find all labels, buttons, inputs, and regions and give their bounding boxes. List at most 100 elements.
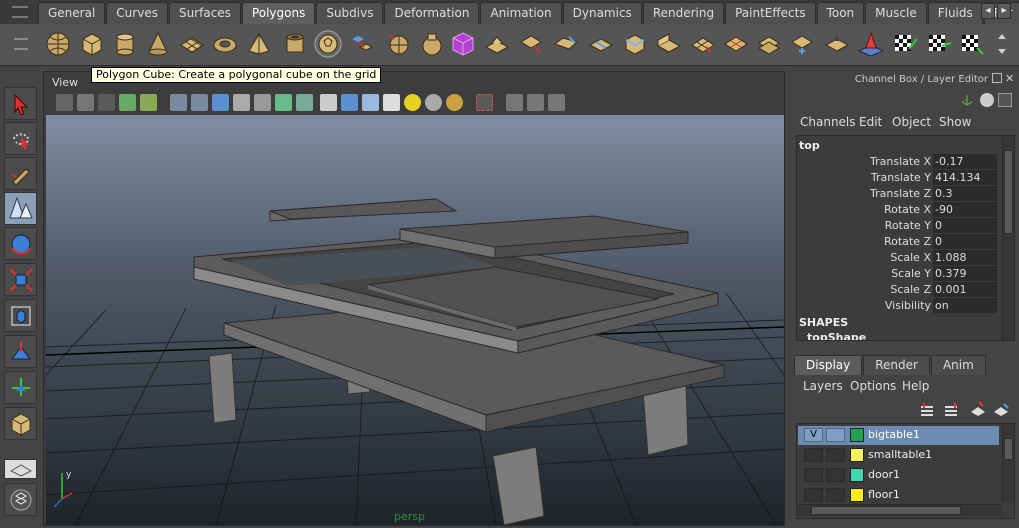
uv-checker-icon[interactable] [891, 28, 921, 60]
tab-curves[interactable]: Curves [106, 2, 168, 24]
menu-edit[interactable]: Edit [859, 115, 882, 129]
bookmark-icon[interactable] [77, 94, 94, 111]
shelf-scroll-up-icon[interactable] [990, 28, 1014, 60]
field-chart-icon[interactable] [254, 94, 271, 111]
layer-visibility-toggle[interactable] [804, 488, 823, 502]
image-plane-icon[interactable] [98, 94, 115, 111]
bevel-icon[interactable] [620, 28, 650, 60]
layer-row[interactable]: door1 [798, 466, 999, 485]
tab-anim[interactable]: Anim [930, 355, 986, 375]
merge-vertex-icon[interactable] [754, 28, 784, 60]
layer-display-toggle[interactable] [826, 428, 845, 442]
attr-row[interactable]: Rotate Z0 [797, 234, 997, 250]
menu-view[interactable]: View [52, 76, 78, 89]
tab-polygons[interactable]: Polygons [241, 2, 316, 24]
poly-sphere-icon[interactable] [43, 28, 73, 60]
shelf-menu-icon[interactable] [14, 38, 28, 50]
grease-pencil-icon[interactable] [140, 94, 157, 111]
layer-display-toggle[interactable] [826, 448, 845, 462]
extrude-icon[interactable] [482, 28, 512, 60]
bridge-icon[interactable] [517, 28, 547, 60]
move-layer-up-icon[interactable] [969, 400, 987, 418]
xray-icon[interactable] [506, 94, 523, 111]
layer-name[interactable]: bigtable1 [868, 428, 920, 441]
wedge-icon[interactable] [654, 28, 684, 60]
resolution-gate-icon[interactable] [212, 94, 229, 111]
rotate-tool-icon[interactable] [4, 227, 37, 260]
use-all-lights-icon[interactable] [404, 94, 421, 111]
layer-name[interactable]: floor1 [868, 488, 900, 501]
append-polygon-icon[interactable] [551, 28, 581, 60]
paint-select-icon[interactable] [4, 157, 37, 190]
layer-name[interactable]: door1 [868, 468, 900, 481]
attribute-editor-icon[interactable] [980, 93, 994, 107]
tab-surfaces[interactable]: Surfaces [168, 2, 241, 24]
xray-joints-icon[interactable] [527, 94, 544, 111]
collapse-icon[interactable] [822, 28, 852, 60]
attr-row[interactable]: Rotate Y0 [797, 218, 997, 234]
textured-icon[interactable] [383, 94, 400, 111]
smooth-shade-icon[interactable] [341, 94, 358, 111]
attr-value[interactable]: 1.088 [933, 250, 997, 265]
outliner-icon[interactable] [4, 483, 37, 516]
separate-icon[interactable] [384, 28, 414, 60]
tool-settings-icon[interactable] [998, 93, 1012, 107]
menu-options[interactable]: Options [850, 379, 896, 393]
universal-manip-icon[interactable] [4, 299, 37, 332]
layer-row[interactable]: V bigtable1 [798, 426, 999, 445]
attr-row[interactable]: Scale Z 0.001 [797, 282, 997, 298]
tab-fluids[interactable]: Fluids [927, 2, 983, 24]
isolate-select-icon[interactable] [476, 94, 493, 111]
attr-row[interactable]: Scale Y 0.379 [797, 266, 997, 282]
gate-mask-icon[interactable] [233, 94, 250, 111]
tab-muscle[interactable]: Muscle [865, 2, 927, 24]
layer-color-swatch[interactable] [850, 468, 864, 482]
layer-visibility-toggle[interactable] [804, 468, 823, 482]
high-quality-icon[interactable] [446, 94, 463, 111]
attr-row[interactable]: Translate Y 414.134 [797, 170, 997, 186]
grip-icon[interactable] [12, 6, 28, 18]
layer-hscrollbar[interactable] [797, 504, 1002, 516]
layer-color-swatch[interactable] [850, 428, 864, 442]
grid-icon[interactable] [170, 94, 187, 111]
attr-value[interactable]: 0.379 [933, 266, 997, 281]
tab-subdivs[interactable]: Subdivs [316, 2, 384, 24]
attr-value[interactable]: -90 [933, 202, 997, 217]
attr-value[interactable]: 0.3 [933, 186, 997, 201]
menu-show[interactable]: Show [939, 115, 971, 129]
soft-mod-icon[interactable] [4, 335, 37, 368]
scroll-thumb[interactable] [811, 506, 961, 515]
attr-value[interactable]: on [933, 298, 997, 313]
split-polygon-icon[interactable] [586, 28, 616, 60]
two-d-pan-icon[interactable] [119, 94, 136, 111]
channel-box-toggle-icon[interactable] [960, 93, 974, 107]
poly-cube-icon[interactable] [77, 28, 107, 60]
scroll-thumb[interactable] [1004, 438, 1013, 460]
attr-row[interactable]: Visibility on [797, 298, 997, 314]
extract-icon[interactable] [417, 28, 447, 60]
layer-scrollbar[interactable] [1002, 424, 1014, 502]
poly-cube-tool-icon[interactable] [4, 407, 37, 440]
layer-row[interactable]: floor1 [798, 486, 999, 505]
tab-toon[interactable]: Toon [816, 2, 865, 24]
safe-title-icon[interactable] [296, 94, 313, 111]
attr-value[interactable]: 0 [933, 234, 997, 249]
tab-render[interactable]: Render [863, 355, 930, 375]
attr-value[interactable]: 414.134 [933, 170, 997, 185]
move-tool-icon[interactable] [4, 371, 37, 404]
menu-object[interactable]: Object [892, 115, 931, 129]
poly-plane-icon[interactable] [177, 28, 207, 60]
attr-row[interactable]: Rotate X -90 [797, 202, 997, 218]
poly-pipe-icon[interactable] [280, 28, 310, 60]
uv-layout-icon[interactable] [925, 28, 955, 60]
new-layer-icon[interactable] [919, 402, 935, 418]
close-icon[interactable]: ✕ [1005, 72, 1014, 85]
poly-cone-icon[interactable] [143, 28, 173, 60]
layer-visibility-toggle[interactable]: V [804, 428, 823, 442]
attr-row[interactable]: Translate X -0.17 [797, 154, 997, 170]
duplicate-face-icon[interactable] [721, 28, 751, 60]
poke-icon[interactable] [688, 28, 718, 60]
layout-single-pane-icon[interactable] [4, 459, 37, 479]
lasso-tool-icon[interactable] [4, 122, 37, 155]
scale-tool-icon[interactable] [4, 263, 37, 296]
